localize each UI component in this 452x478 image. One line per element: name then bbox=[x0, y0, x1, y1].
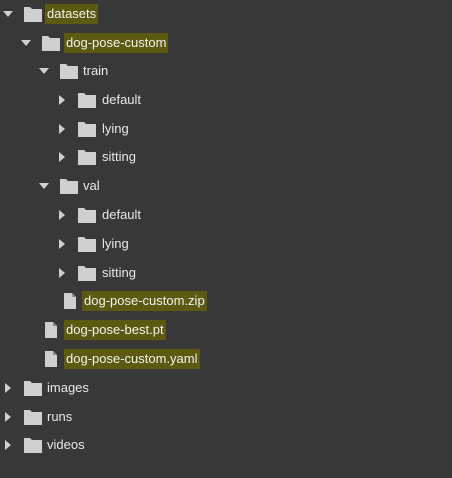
file-tree: datasets dog-pose-custom train default l… bbox=[0, 0, 452, 478]
file-icon bbox=[41, 350, 61, 368]
tree-item-label: default bbox=[102, 207, 142, 222]
folder-icon bbox=[41, 34, 61, 52]
chevron-down-icon[interactable] bbox=[2, 0, 14, 28]
file-icon bbox=[41, 321, 61, 339]
tree-item-label: dog-pose-custom bbox=[64, 33, 169, 53]
tree-item-label: default bbox=[102, 92, 142, 107]
tree-item-label: sitting bbox=[102, 265, 136, 280]
chevron-right-icon[interactable] bbox=[2, 374, 14, 402]
tree-item-val-default[interactable]: default bbox=[0, 201, 452, 229]
tree-item-datasets[interactable]: datasets bbox=[0, 0, 452, 28]
folder-icon bbox=[23, 5, 43, 23]
tree-item-videos[interactable]: videos bbox=[0, 431, 452, 459]
tree-item-train[interactable]: train bbox=[0, 57, 452, 85]
tree-item-label: runs bbox=[47, 409, 73, 424]
chevron-right-icon[interactable] bbox=[2, 403, 14, 431]
tree-item-label: images bbox=[47, 380, 89, 395]
tree-item-label: sitting bbox=[102, 149, 136, 164]
folder-icon bbox=[77, 148, 97, 166]
tree-item-dog-pose-custom-yaml[interactable]: dog-pose-custom.yaml bbox=[0, 345, 452, 373]
folder-icon bbox=[23, 436, 43, 454]
chevron-down-icon[interactable] bbox=[38, 172, 50, 200]
folder-icon bbox=[23, 408, 43, 426]
chevron-right-icon[interactable] bbox=[56, 201, 68, 229]
folder-icon bbox=[59, 177, 79, 195]
tree-item-runs[interactable]: runs bbox=[0, 403, 452, 431]
chevron-right-icon[interactable] bbox=[56, 115, 68, 143]
tree-item-train-lying[interactable]: lying bbox=[0, 115, 452, 143]
chevron-right-icon[interactable] bbox=[56, 230, 68, 258]
chevron-right-icon[interactable] bbox=[2, 431, 14, 459]
tree-item-dog-pose-custom[interactable]: dog-pose-custom bbox=[0, 29, 452, 57]
folder-icon bbox=[77, 264, 97, 282]
tree-item-dog-pose-best-pt[interactable]: dog-pose-best.pt bbox=[0, 316, 452, 344]
folder-icon bbox=[77, 235, 97, 253]
tree-item-label: dog-pose-custom.zip bbox=[82, 291, 207, 311]
chevron-right-icon[interactable] bbox=[56, 259, 68, 287]
chevron-down-icon[interactable] bbox=[38, 57, 50, 85]
folder-icon bbox=[59, 62, 79, 80]
tree-item-label: datasets bbox=[45, 4, 99, 24]
tree-item-label: val bbox=[83, 178, 100, 193]
tree-item-label: videos bbox=[47, 437, 85, 452]
tree-item-label: dog-pose-best.pt bbox=[64, 320, 166, 340]
file-icon bbox=[60, 292, 80, 310]
tree-item-label: lying bbox=[102, 236, 129, 251]
chevron-right-icon[interactable] bbox=[56, 86, 68, 114]
tree-item-label: lying bbox=[102, 121, 129, 136]
chevron-right-icon[interactable] bbox=[56, 143, 68, 171]
tree-item-val-lying[interactable]: lying bbox=[0, 230, 452, 258]
tree-item-train-sitting[interactable]: sitting bbox=[0, 143, 452, 171]
tree-item-train-default[interactable]: default bbox=[0, 86, 452, 114]
tree-item-label: train bbox=[83, 63, 109, 78]
tree-item-val[interactable]: val bbox=[0, 172, 452, 200]
tree-item-dog-pose-custom-zip[interactable]: dog-pose-custom.zip bbox=[0, 287, 452, 315]
folder-icon bbox=[77, 91, 97, 109]
folder-icon bbox=[77, 120, 97, 138]
folder-icon bbox=[77, 206, 97, 224]
tree-item-label: dog-pose-custom.yaml bbox=[64, 349, 200, 369]
tree-item-images[interactable]: images bbox=[0, 374, 452, 402]
tree-item-val-sitting[interactable]: sitting bbox=[0, 259, 452, 287]
chevron-down-icon[interactable] bbox=[20, 29, 32, 57]
folder-icon bbox=[23, 379, 43, 397]
